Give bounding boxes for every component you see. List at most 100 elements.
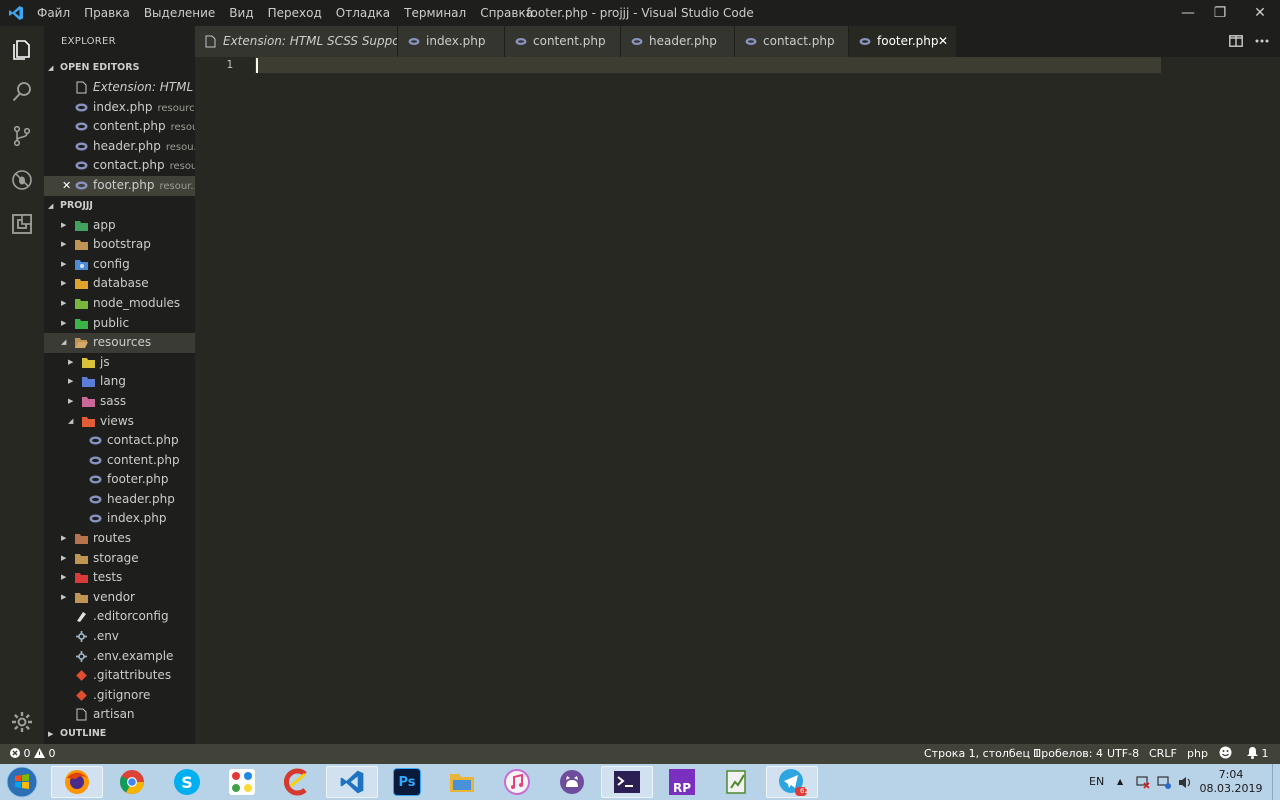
chevron-down-icon: ◢ <box>48 64 54 72</box>
menu-selection[interactable]: Выделение <box>137 0 222 26</box>
open-editor-item-active[interactable]: ✕ footer.phpresour... <box>44 175 195 196</box>
feedback-smiley-icon[interactable] <box>1219 744 1232 764</box>
tree-folder-storage[interactable]: ▶ storage <box>44 549 195 569</box>
minimize-button[interactable]: — <box>1170 0 1206 26</box>
search-icon[interactable] <box>8 78 36 106</box>
show-desktop-button[interactable] <box>1272 764 1280 800</box>
tab-content-php[interactable]: content.php <box>505 26 621 57</box>
tree-folder-views[interactable]: ◢ views <box>44 412 195 432</box>
tree-folder-node-modules[interactable]: ▶ node_modules <box>44 294 195 314</box>
taskbar-itunes[interactable] <box>491 766 543 798</box>
tree-folder-lang[interactable]: ▶ lang <box>44 372 195 392</box>
taskbar-vscode[interactable] <box>326 766 378 798</box>
tree-folder-tests[interactable]: ▶ tests <box>44 568 195 588</box>
php-file-icon <box>631 38 643 45</box>
explorer-icon[interactable] <box>8 36 36 64</box>
tree-folder-database[interactable]: ▶ database <box>44 274 195 294</box>
taskbar-file-explorer[interactable] <box>436 766 488 798</box>
cursor-position[interactable]: Строка 1, столбец 1 <box>924 744 1040 764</box>
line-endings[interactable]: CRLF <box>1149 744 1177 764</box>
start-button[interactable] <box>2 765 42 799</box>
php-file-icon <box>89 514 102 523</box>
settings-gear-icon[interactable] <box>8 708 36 736</box>
tab-extension-html-scss[interactable]: Extension: HTML SCSS Support <box>195 26 398 57</box>
extensions-icon[interactable] <box>8 210 36 238</box>
tree-folder-js[interactable]: ▶ js <box>44 353 195 373</box>
chevron-right-icon: ▶ <box>68 377 74 386</box>
tree-file-gitignore[interactable]: .gitignore <box>44 686 195 706</box>
tree-file-index[interactable]: index.php <box>44 509 195 529</box>
close-window-button[interactable]: ✕ <box>1242 0 1278 26</box>
menu-go[interactable]: Переход <box>261 0 329 26</box>
tree-folder-app[interactable]: ▶ app <box>44 216 195 236</box>
tree-file-header[interactable]: header.php <box>44 490 195 510</box>
tree-file-editorconfig[interactable]: .editorconfig <box>44 607 195 627</box>
menu-file[interactable]: Файл <box>30 0 77 26</box>
folder-icon <box>75 553 88 564</box>
system-clock[interactable]: 7:04 08.03.2019 <box>1196 768 1266 796</box>
taskbar-telegram[interactable]: 62 <box>766 766 818 798</box>
tree-folder-config[interactable]: ▶ config <box>44 255 195 275</box>
network-icon[interactable] <box>1136 764 1150 800</box>
tree-file-env[interactable]: .env <box>44 627 195 647</box>
php-file-icon <box>89 456 102 465</box>
menu-view[interactable]: Вид <box>222 0 260 26</box>
restore-button[interactable]: ❐ <box>1202 0 1238 26</box>
taskbar-app-grid[interactable] <box>216 766 268 798</box>
taskbar-github[interactable] <box>546 766 598 798</box>
taskbar-skype[interactable]: S <box>161 766 213 798</box>
taskbar-rp[interactable]: RP <box>656 766 708 798</box>
source-control-icon[interactable] <box>8 122 36 150</box>
close-tab-icon[interactable]: ✕ <box>938 26 948 57</box>
tab-contact-php[interactable]: contact.php <box>735 26 849 57</box>
tab-header-php[interactable]: header.php <box>621 26 735 57</box>
language-mode[interactable]: php <box>1187 744 1208 764</box>
taskbar-ccleaner[interactable] <box>271 766 323 798</box>
open-editor-item[interactable]: index.phpresourc... <box>44 98 195 118</box>
tree-file-content[interactable]: content.php <box>44 451 195 471</box>
menu-edit[interactable]: Правка <box>77 0 137 26</box>
sync-icon[interactable] <box>1157 764 1171 800</box>
open-editors-header[interactable]: ◢ OPEN EDITORS <box>44 58 195 78</box>
taskbar-terminal[interactable] <box>601 766 653 798</box>
taskbar-chrome[interactable] <box>106 766 158 798</box>
outline-header[interactable]: ▶ OUTLINE <box>44 724 195 744</box>
open-editor-item[interactable]: header.phpresou... <box>44 137 195 157</box>
taskbar-notepad[interactable] <box>711 766 763 798</box>
notifications[interactable]: 1 <box>1247 744 1269 764</box>
open-editor-item[interactable]: Extension: HTML S... <box>44 78 195 98</box>
tree-file-footer[interactable]: footer.php <box>44 470 195 490</box>
debug-icon[interactable] <box>8 166 36 194</box>
taskbar-firefox[interactable] <box>51 766 103 798</box>
tree-folder-routes[interactable]: ▶ routes <box>44 529 195 549</box>
tree-folder-vendor[interactable]: ▶ vendor <box>44 588 195 608</box>
volume-icon[interactable] <box>1178 764 1192 800</box>
open-editor-item[interactable]: contact.phpresou... <box>44 156 195 176</box>
problems-indicator[interactable]: 0 0 <box>10 744 56 764</box>
tree-folder-sass[interactable]: ▶ sass <box>44 392 195 412</box>
close-editor-icon[interactable]: ✕ <box>62 176 71 196</box>
split-editor-icon[interactable] <box>1224 26 1248 57</box>
more-actions-icon[interactable] <box>1250 26 1274 57</box>
tree-file-contact[interactable]: contact.php <box>44 431 195 451</box>
tree-file-artisan[interactable]: artisan <box>44 705 195 725</box>
tree-file-gitattributes[interactable]: .gitattributes <box>44 666 195 686</box>
language-indicator[interactable]: EN <box>1089 764 1104 800</box>
tray-overflow-icon[interactable]: ▲ <box>1117 764 1123 800</box>
open-editor-item[interactable]: content.phpresou... <box>44 117 195 137</box>
tree-folder-bootstrap[interactable]: ▶ bootstrap <box>44 235 195 255</box>
encoding[interactable]: UTF-8 <box>1107 744 1139 764</box>
menu-debug[interactable]: Отладка <box>329 0 397 26</box>
tree-folder-resources[interactable]: ◢ resources <box>44 333 195 353</box>
code-editor[interactable]: 1 <box>195 57 1280 744</box>
folder-tests-icon <box>75 573 88 584</box>
tab-index-php[interactable]: index.php <box>398 26 505 57</box>
tree-folder-public[interactable]: ▶ public <box>44 314 195 334</box>
menu-terminal[interactable]: Терминал <box>397 0 473 26</box>
tab-footer-php[interactable]: footer.php ✕ <box>849 26 957 57</box>
project-header[interactable]: ◢ PROJJJ <box>44 196 195 216</box>
taskbar-photoshop[interactable]: Ps <box>381 766 433 798</box>
indentation[interactable]: Пробелов: 4 <box>1033 744 1103 764</box>
menu-help[interactable]: Справка <box>473 0 540 26</box>
tree-file-env-example[interactable]: .env.example <box>44 647 195 667</box>
